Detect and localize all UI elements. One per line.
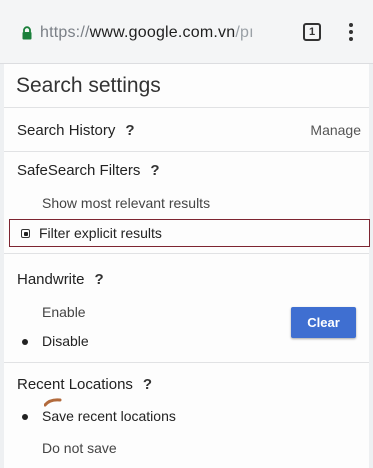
safesearch-option-relevant[interactable]: Show most relevant results bbox=[42, 195, 373, 211]
handwrite-heading: Handwrite? bbox=[17, 271, 373, 288]
handwrite-help-icon[interactable]: ? bbox=[95, 271, 104, 288]
address-bar[interactable]: https://www.google.com.vn/pı bbox=[40, 24, 286, 42]
safesearch-heading: SafeSearch Filters? bbox=[17, 162, 373, 179]
recent-locations-heading: Recent Locations? bbox=[17, 376, 373, 393]
divider bbox=[4, 362, 369, 363]
search-settings-panel: Search settings Search History? Manage S… bbox=[4, 64, 370, 468]
handwrite-label: Handwrite bbox=[17, 271, 85, 288]
radio-selected-icon bbox=[21, 229, 30, 238]
recent-locations-option-save[interactable]: Save recent locations bbox=[42, 408, 373, 424]
manage-history-link[interactable]: Manage bbox=[310, 122, 361, 138]
page-title: Search settings bbox=[16, 74, 161, 97]
safesearch-option-filter-label: Filter explicit results bbox=[39, 225, 162, 241]
radio-selected-icon bbox=[22, 339, 28, 345]
lock-icon bbox=[22, 26, 32, 40]
browser-toolbar: https://www.google.com.vn/pı 1 bbox=[0, 0, 373, 64]
url-protocol: https:// bbox=[40, 24, 90, 41]
pen-mark-icon bbox=[44, 398, 62, 407]
url-host: www.google.com.vn bbox=[89, 24, 236, 41]
more-options-icon[interactable] bbox=[347, 23, 355, 43]
divider bbox=[4, 107, 369, 108]
recent-locations-help-icon[interactable]: ? bbox=[143, 376, 152, 393]
recent-locations-option-do-not-save[interactable]: Do not save bbox=[42, 440, 373, 456]
divider bbox=[4, 151, 369, 152]
divider bbox=[4, 253, 369, 254]
search-history-help-icon[interactable]: ? bbox=[125, 122, 134, 139]
safesearch-help-icon[interactable]: ? bbox=[150, 162, 159, 179]
radio-selected-icon bbox=[22, 414, 28, 420]
recent-locations-label: Recent Locations bbox=[17, 376, 133, 393]
safesearch-option-filter[interactable]: Filter explicit results bbox=[9, 219, 370, 247]
safesearch-label: SafeSearch Filters bbox=[17, 162, 141, 179]
tab-switcher-button[interactable]: 1 bbox=[303, 23, 321, 41]
url-path: /pı bbox=[235, 24, 254, 41]
clear-locations-button[interactable]: Clear bbox=[291, 307, 356, 338]
search-history-label: Search History bbox=[17, 122, 116, 139]
